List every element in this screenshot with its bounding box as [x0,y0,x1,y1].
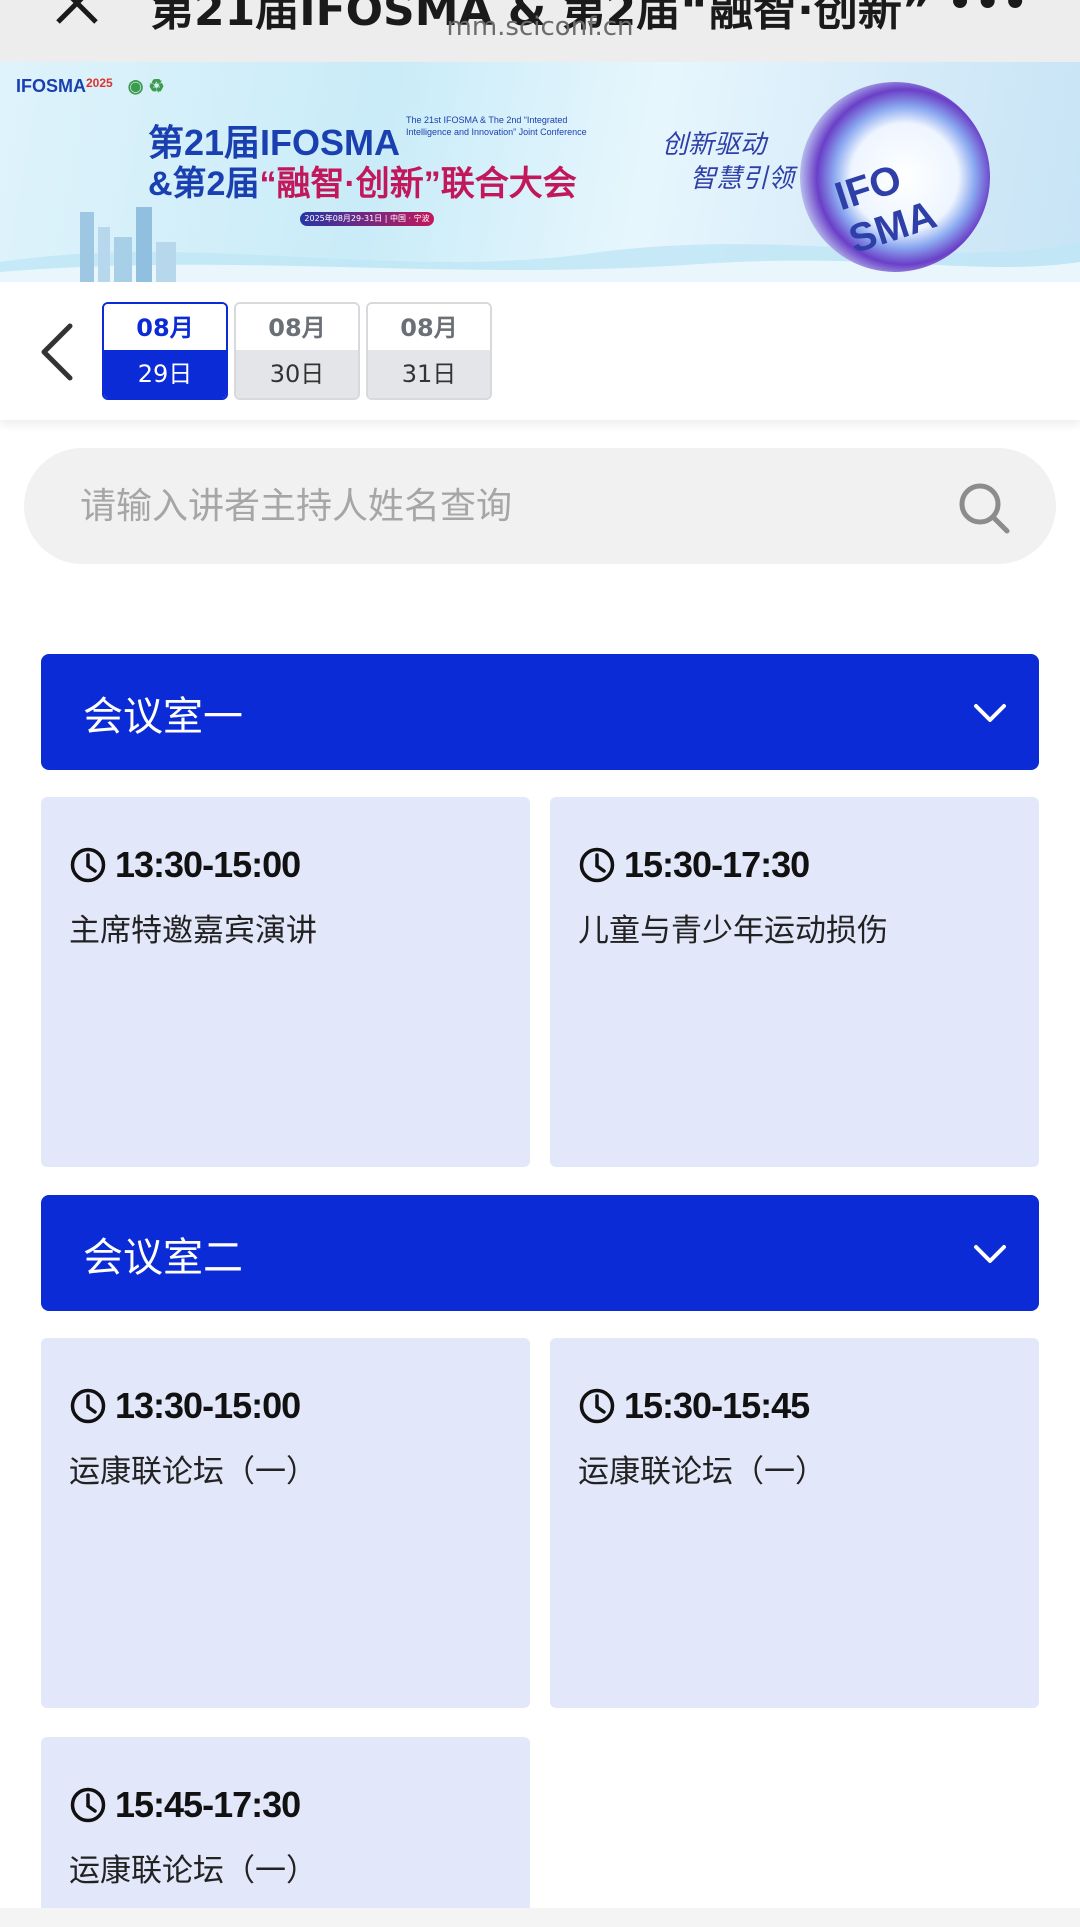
session-time: 15:30-17:30 [578,843,810,887]
search-input[interactable] [80,476,940,536]
room-header-2[interactable]: 会议室二 [41,1195,1039,1311]
date-tab-month: 08月 [368,304,490,350]
session-time-text: 13:30-15:00 [115,1385,301,1426]
date-tab-0831[interactable]: 08月 31日 [366,302,492,400]
room-name: 会议室二 [83,1235,243,1281]
date-tab-month: 08月 [104,304,226,350]
session-card[interactable]: 15:30-17:30 儿童与青少年运动损伤 [550,797,1039,1167]
room-name: 会议室一 [83,694,243,740]
conference-logo: IFOSMA2025 ◉ ♻ [16,76,165,97]
banner-title-line2: &第2届“融智·创新”联合大会 [148,156,577,205]
date-tab-0830[interactable]: 08月 30日 [234,302,360,400]
session-card[interactable]: 13:30-15:00 主席特邀嘉宾演讲 [41,797,530,1167]
city-skyline-illustration [80,207,176,282]
partner-logos-icon: ◉ ♻ [127,76,165,96]
session-time-text: 15:30-15:45 [624,1385,810,1426]
session-time: 15:45-17:30 [69,1783,301,1827]
banner-subtitle: The 21st IFOSMA & The 2nd “Integrated In… [406,115,587,137]
session-topic: 运康联论坛（一） [69,1454,317,1490]
clock-icon [70,1787,106,1823]
clock-icon [70,1388,106,1424]
session-card[interactable]: 15:45-17:30 运康联论坛（一） [41,1737,530,1908]
session-time-text: 15:30-17:30 [624,844,810,885]
date-tab-day: 29日 [104,350,226,398]
session-topic: 主席特邀嘉宾演讲 [69,913,317,949]
session-card[interactable]: 15:30-15:45 运康联论坛（一） [550,1338,1039,1708]
clock-icon [579,847,615,883]
banner-title-prefix: &第2届 [148,165,260,203]
banner-date-info: 2025年08月29-31日 | 中国 · 宁波 [300,212,434,226]
bottom-edge-bar [0,1908,1080,1927]
logo-text: IFOSMA [16,76,86,96]
session-topic: 运康联论坛（一） [578,1454,826,1490]
more-icon[interactable]: ••• [947,0,1030,26]
banner-title-highlight: “融智·创新”联合大会 [259,165,577,203]
search-icon[interactable] [956,480,1012,536]
conference-banner: IFOSMA2025 ◉ ♻ 第21届IFOSMA The 21st IFOSM… [0,62,1080,282]
ifosma-emblem-icon: IFO SMA [800,82,990,272]
banner-slogan-line1: 创新驱动 [662,130,767,160]
date-selector-bar: 08月 29日 08月 30日 08月 31日 [0,282,1080,420]
session-time-text: 13:30-15:00 [115,844,301,885]
session-time: 15:30-15:45 [578,1384,810,1428]
date-tab-day: 30日 [236,350,358,398]
chevron-down-icon[interactable] [971,1235,1009,1273]
session-time: 13:30-15:00 [69,1384,301,1428]
clock-icon [70,847,106,883]
session-topic: 儿童与青少年运动损伤 [578,913,888,949]
date-tab-month: 08月 [236,304,358,350]
session-topic: 运康联论坛（一） [69,1853,317,1889]
browser-top-bar: 第21届IFOSMA & 第2届“融智·创新” mm.sciconf.cn ••… [0,0,1080,62]
search-bar [24,448,1056,564]
room-header-1[interactable]: 会议室一 [41,654,1039,770]
banner-slogan-line2: 智慧引领 [690,164,795,194]
clock-icon [579,1388,615,1424]
back-chevron-icon[interactable] [34,320,84,384]
date-tab-day: 31日 [368,350,490,398]
page-url: mm.sciconf.cn [446,12,634,42]
session-card[interactable]: 13:30-15:00 运康联论坛（一） [41,1338,530,1708]
chevron-down-icon[interactable] [971,694,1009,732]
session-time-text: 15:45-17:30 [115,1784,301,1825]
session-time: 13:30-15:00 [69,843,301,887]
date-tab-0829[interactable]: 08月 29日 [102,302,228,400]
logo-year: 2025 [86,76,113,90]
